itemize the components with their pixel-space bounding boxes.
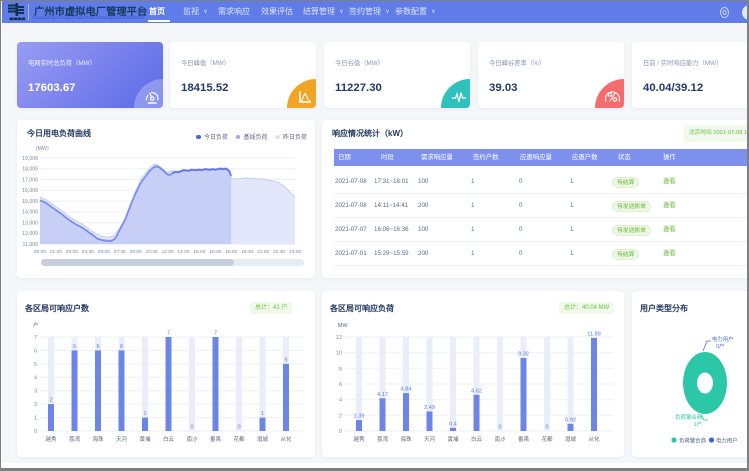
svg-text:番禺: 番禺 (210, 436, 221, 443)
svg-text:04:30: 04:30 (82, 249, 94, 255)
svg-text:1: 1 (34, 416, 37, 422)
svg-text:增城: 增城 (257, 435, 269, 443)
svg-text:24:00: 24:00 (289, 249, 301, 255)
svg-text:17,000: 17,000 (22, 177, 38, 183)
svg-text:0.92: 0.92 (565, 417, 576, 423)
svg-text:5: 5 (284, 357, 287, 363)
svg-text:11.89: 11.89 (587, 331, 601, 337)
svg-text:15:00: 15:00 (193, 249, 205, 255)
svg-text:海珠: 海珠 (400, 435, 412, 443)
svg-text:2: 2 (34, 402, 37, 408)
svg-text:2: 2 (49, 398, 52, 404)
svg-text:09:00: 09:00 (130, 249, 142, 255)
svg-text:18,000: 18,000 (22, 167, 38, 173)
svg-text:海珠: 海珠 (92, 435, 104, 443)
svg-text:南沙: 南沙 (186, 435, 198, 443)
svg-text:增城: 增城 (565, 435, 577, 443)
svg-text:0户: 0户 (716, 342, 724, 350)
svg-text:7: 7 (214, 331, 217, 337)
svg-text:0: 0 (237, 425, 240, 431)
svg-text:越秀: 越秀 (353, 435, 365, 443)
svg-text:负荷聚合商: 负荷聚合商 (679, 436, 707, 444)
svg-text:户: 户 (33, 321, 38, 329)
svg-text:0: 0 (339, 429, 342, 435)
svg-text:2: 2 (339, 413, 342, 419)
svg-text:03:00: 03:00 (66, 249, 78, 255)
svg-text:天河: 天河 (116, 435, 128, 443)
svg-text:1户: 1户 (694, 420, 702, 428)
svg-text:15,000: 15,000 (22, 199, 38, 205)
svg-text:MW: MW (338, 323, 348, 329)
svg-text:0: 0 (545, 425, 548, 431)
svg-text:从化: 从化 (588, 435, 600, 443)
svg-text:14,000: 14,000 (22, 210, 38, 216)
svg-text:花都: 花都 (541, 435, 553, 443)
svg-text:从化: 从化 (280, 435, 292, 443)
svg-text:22:30: 22:30 (273, 249, 285, 255)
svg-text:06:00: 06:00 (98, 249, 110, 255)
svg-text:13,000: 13,000 (22, 221, 38, 227)
svg-text:11,000: 11,000 (23, 242, 39, 248)
svg-text:4: 4 (34, 375, 37, 381)
svg-text:电力用户: 电力用户 (716, 436, 738, 444)
svg-text:4.84: 4.84 (401, 387, 412, 393)
svg-text:越秀: 越秀 (45, 435, 57, 443)
svg-text:2.49: 2.49 (424, 405, 435, 411)
svg-text:16,000: 16,000 (22, 188, 38, 194)
svg-text:8: 8 (339, 366, 342, 372)
svg-text:南沙: 南沙 (494, 435, 506, 443)
svg-text:1: 1 (143, 411, 146, 417)
svg-text:负荷聚合商: 负荷聚合商 (675, 413, 703, 421)
svg-text:5: 5 (34, 362, 37, 368)
svg-text:01:30: 01:30 (50, 249, 62, 255)
svg-text:9.32: 9.32 (518, 352, 529, 358)
svg-text:7: 7 (167, 331, 170, 337)
svg-text:0.4: 0.4 (449, 421, 457, 427)
svg-text:16:30: 16:30 (209, 249, 221, 255)
svg-text:荔湾: 荔湾 (69, 435, 81, 443)
svg-text:12,000: 12,000 (22, 231, 38, 237)
svg-text:1: 1 (261, 411, 264, 417)
svg-text:4.17: 4.17 (377, 392, 388, 398)
svg-text:7: 7 (34, 335, 37, 341)
svg-text:19:30: 19:30 (241, 249, 253, 255)
svg-text:21:00: 21:00 (257, 249, 269, 255)
svg-text:10: 10 (336, 351, 342, 357)
svg-text:07:30: 07:30 (114, 249, 126, 255)
svg-text:10:30: 10:30 (146, 249, 158, 255)
svg-text:天河: 天河 (424, 435, 436, 443)
svg-text:4: 4 (339, 398, 342, 404)
svg-text:3: 3 (34, 389, 37, 395)
svg-text:18:00: 18:00 (225, 249, 237, 255)
svg-text:0: 0 (34, 429, 37, 435)
svg-text:12:00: 12:00 (161, 249, 173, 255)
svg-text:4.62: 4.62 (471, 388, 482, 394)
svg-text:黄埔: 黄埔 (447, 435, 459, 443)
svg-text:00:00: 00:00 (34, 249, 46, 255)
svg-text:6: 6 (34, 348, 37, 354)
svg-text:6: 6 (120, 344, 123, 350)
svg-text:6: 6 (339, 382, 342, 388)
svg-text:白云: 白云 (163, 435, 175, 443)
svg-text:(MW): (MW) (36, 146, 49, 152)
svg-text:电力用户: 电力用户 (712, 335, 734, 343)
svg-text:黄埔: 黄埔 (139, 435, 151, 443)
svg-text:13:30: 13:30 (177, 249, 189, 255)
svg-text:19,000: 19,000 (22, 156, 38, 162)
svg-text:白云: 白云 (471, 435, 483, 443)
svg-text:0: 0 (498, 425, 501, 431)
svg-text:花都: 花都 (233, 435, 245, 443)
svg-text:番禺: 番禺 (518, 436, 529, 443)
svg-text:1.39: 1.39 (354, 414, 365, 420)
svg-text:0: 0 (190, 425, 193, 431)
svg-text:6: 6 (73, 344, 76, 350)
svg-text:6: 6 (96, 344, 99, 350)
svg-text:荔湾: 荔湾 (377, 435, 389, 443)
svg-text:12: 12 (336, 335, 342, 341)
